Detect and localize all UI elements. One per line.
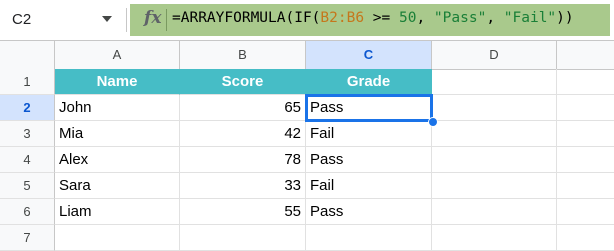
formula-bar: C2 fx =ARRAYFORMULA(IF(B2:B6 >= 50, "Pas… [0, 0, 614, 41]
cell-e1[interactable] [557, 69, 614, 95]
formula-string-token: "Fail" [503, 10, 557, 26]
formula-token: , [486, 10, 504, 26]
fx-icon: fx [144, 8, 162, 28]
row-header[interactable]: 5 [0, 173, 55, 199]
cell-e5[interactable] [557, 173, 614, 199]
formula-number-token: 50 [398, 10, 417, 26]
cell-b1[interactable]: Score [180, 69, 306, 95]
formula-range-token: B2:B6 [320, 10, 365, 26]
cell-a7[interactable] [55, 225, 180, 251]
cell-b7[interactable] [180, 225, 306, 251]
cell-c4[interactable]: Pass [306, 147, 432, 173]
cell-a3[interactable]: Mia [55, 121, 180, 147]
formula-token: , [416, 10, 434, 26]
table-row: 4 Alex 78 Pass [0, 147, 614, 173]
row-header[interactable]: 7 [0, 225, 55, 251]
formula-token: )) [556, 10, 574, 26]
table-row: 5 Sara 33 Fail [0, 173, 614, 199]
column-header-a[interactable]: A [55, 41, 180, 69]
table-row: 3 Mia 42 Fail [0, 121, 614, 147]
cell-d4[interactable] [432, 147, 557, 173]
name-box-value: C2 [12, 11, 32, 28]
cell-c6[interactable]: Pass [306, 199, 432, 225]
cell-c5[interactable]: Fail [306, 173, 432, 199]
cell-e2[interactable] [557, 95, 614, 121]
cell-d1[interactable] [432, 69, 557, 95]
formula-string-token: "Pass" [433, 10, 487, 26]
row-header[interactable]: 2 [0, 95, 55, 121]
name-box[interactable]: C2 [0, 0, 126, 40]
cell-b3[interactable]: 42 [180, 121, 306, 147]
cell-a4[interactable]: Alex [55, 147, 180, 173]
cell-d2[interactable] [432, 95, 557, 121]
column-header-b[interactable]: B [180, 41, 306, 69]
column-header-row: A B C D [0, 41, 614, 70]
cell-d3[interactable] [432, 121, 557, 147]
table-row: 6 Liam 55 Pass [0, 199, 614, 225]
cell-c7[interactable] [306, 225, 432, 251]
spreadsheet-grid: A B C D 1 Name Score Grade 2 John 65 Pas… [0, 41, 614, 251]
table-row: 7 [0, 225, 614, 251]
cell-e6[interactable] [557, 199, 614, 225]
divider [126, 8, 127, 32]
formula-token: >= [364, 10, 399, 26]
cell-a1[interactable]: Name [55, 69, 180, 95]
cell-d6[interactable] [432, 199, 557, 225]
cell-c1[interactable]: Grade [306, 69, 432, 95]
fill-handle[interactable] [428, 117, 438, 127]
cell-a6[interactable]: Liam [55, 199, 180, 225]
cell-c3[interactable]: Fail [306, 121, 432, 147]
row-header[interactable]: 6 [0, 199, 55, 225]
cell-a2[interactable]: John [55, 95, 180, 121]
cell-e3[interactable] [557, 121, 614, 147]
column-header-d[interactable]: D [432, 41, 557, 69]
cell-e7[interactable] [557, 225, 614, 251]
select-all-corner[interactable] [0, 41, 55, 69]
row-header[interactable]: 4 [0, 147, 55, 173]
cell-b5[interactable]: 33 [180, 173, 306, 199]
cell-b6[interactable]: 55 [180, 199, 306, 225]
cell-d7[interactable] [432, 225, 557, 251]
formula-token: =ARRAYFORMULA(IF( [172, 10, 321, 26]
formula-input[interactable]: =ARRAYFORMULA(IF(B2:B6 >= 50, "Pass", "F… [172, 10, 574, 26]
column-header-e[interactable] [557, 41, 614, 69]
row-header[interactable]: 1 [0, 69, 55, 95]
divider [166, 9, 167, 31]
row-header[interactable]: 3 [0, 121, 55, 147]
column-header-c[interactable]: C [306, 41, 432, 69]
cell-e4[interactable] [557, 147, 614, 173]
cell-d5[interactable] [432, 173, 557, 199]
active-cell-selection [305, 94, 433, 122]
chevron-down-icon[interactable] [102, 16, 112, 22]
cell-b2[interactable]: 65 [180, 95, 306, 121]
cell-a5[interactable]: Sara [55, 173, 180, 199]
table-row: 1 Name Score Grade [0, 69, 614, 95]
cell-b4[interactable]: 78 [180, 147, 306, 173]
